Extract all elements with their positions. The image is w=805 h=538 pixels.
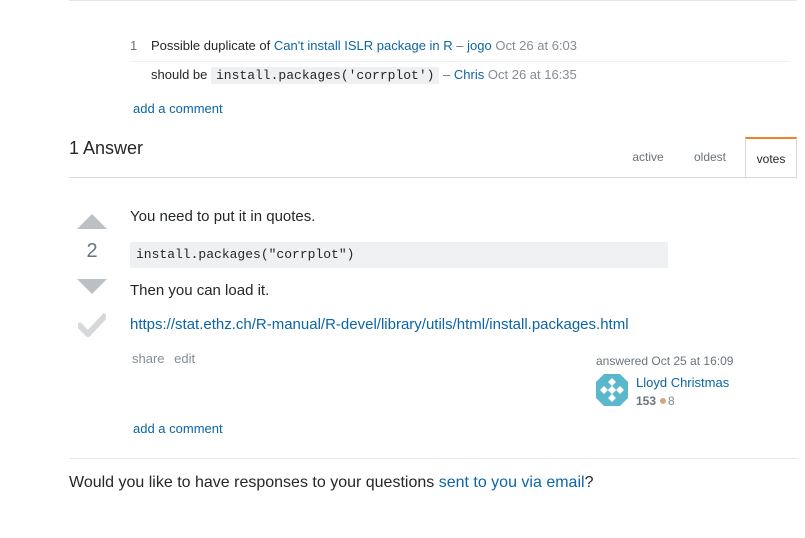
answers-count-title: 1 Answer <box>69 138 144 158</box>
email-subscribe-link[interactable]: sent to you via email <box>439 474 585 491</box>
post-menu: share edit <box>132 351 201 366</box>
comment-date: Oct 26 at 6:03 <box>495 38 577 53</box>
top-divider <box>69 0 797 1</box>
bronze-badge-icon <box>660 398 667 405</box>
install-packages-doc-link[interactable]: https://stat.ethz.ch/R-manual/R-devel/li… <box>130 316 629 333</box>
comment-date: Oct 26 at 16:35 <box>487 67 577 82</box>
tabs-divider <box>69 177 797 178</box>
bronze-badge-count: 8 <box>668 394 675 408</box>
comment-divider <box>130 61 790 62</box>
vote-count: 2 <box>86 240 98 262</box>
duplicate-question-link[interactable]: Can't install ISLR package in R <box>274 38 453 53</box>
reputation-score: 153 <box>636 394 657 408</box>
answer-paragraph-1: You need to put it in quotes. <box>130 208 316 225</box>
share-link[interactable]: share <box>132 351 165 366</box>
comment-separator: – <box>439 67 454 82</box>
comment-score: 1 <box>130 38 138 53</box>
bottom-divider <box>69 458 797 459</box>
footer-text: Would you like to have responses to your… <box>69 474 439 491</box>
user-name-link[interactable]: Lloyd Christmas <box>636 375 729 390</box>
comment-text: Possible duplicate of <box>151 38 274 53</box>
inline-code: install.packages('corrplot') <box>211 67 440 84</box>
downvote-arrow-icon[interactable] <box>77 279 107 294</box>
avatar[interactable] <box>596 374 628 406</box>
answer-paragraph-2: Then you can load it. <box>130 282 270 299</box>
code-block: install.packages("corrplot") <box>130 242 668 268</box>
add-comment-link[interactable]: add a comment <box>133 101 223 116</box>
comment-author-link[interactable]: Chris <box>454 67 484 82</box>
tab-active[interactable]: active <box>620 137 676 177</box>
edit-link[interactable]: edit <box>174 351 195 366</box>
footer-text-end: ? <box>584 474 594 491</box>
comment-body: should be install.packages('corrplot') –… <box>151 66 577 84</box>
comment-text: should be <box>151 67 211 82</box>
email-notification-prompt: Would you like to have responses to your… <box>69 474 593 492</box>
tab-votes[interactable]: votes <box>745 137 797 179</box>
user-reputation: 153 8 <box>636 394 675 408</box>
tab-oldest[interactable]: oldest <box>682 137 738 177</box>
comment-body: Possible duplicate of Can't install ISLR… <box>151 37 577 54</box>
answered-timestamp: answered Oct 25 at 16:09 <box>596 354 734 368</box>
user-signature: answered Oct 25 at 16:09 Lloyd Christmas… <box>596 354 796 408</box>
accepted-checkmark-icon[interactable] <box>75 312 109 337</box>
comment-author-link[interactable]: jogo <box>467 38 492 53</box>
comment-separator: – <box>452 38 468 53</box>
upvote-arrow-icon[interactable] <box>77 214 107 229</box>
answer-add-comment-link[interactable]: add a comment <box>133 421 223 436</box>
